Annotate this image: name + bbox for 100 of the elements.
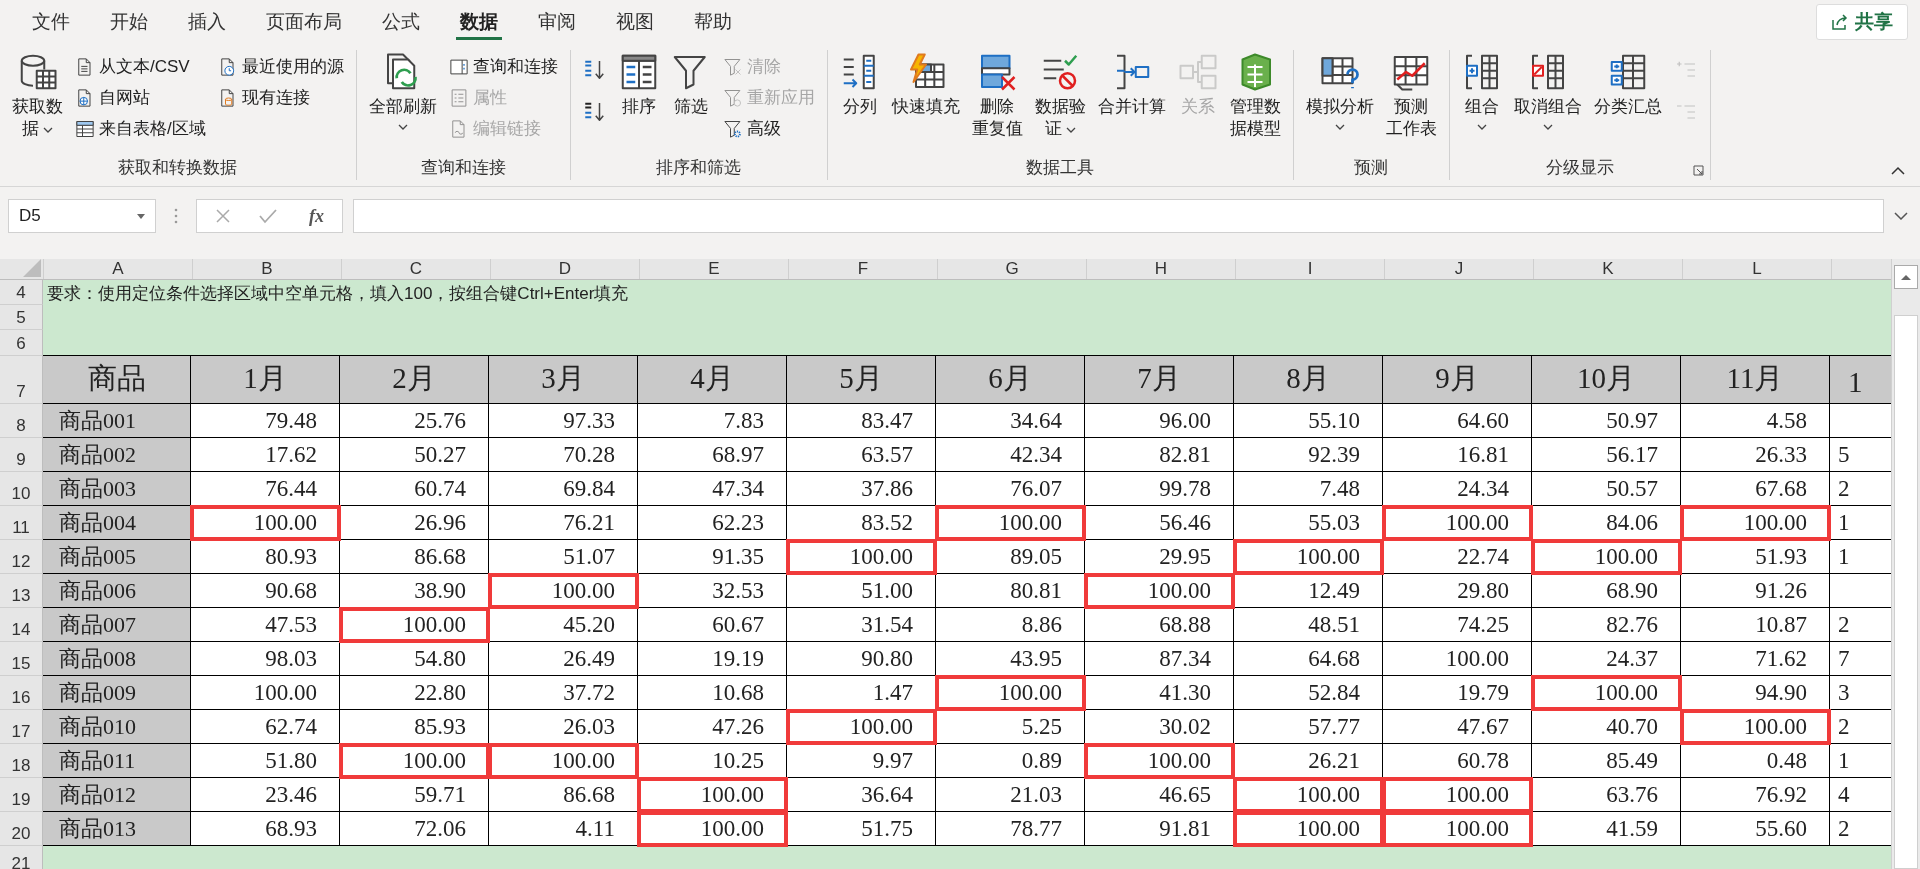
- column-header[interactable]: E: [639, 259, 788, 279]
- table-cell: 86.68: [489, 778, 638, 812]
- ribbon-button[interactable]: 数据验证: [1030, 50, 1090, 142]
- ribbon-tab[interactable]: 数据: [440, 0, 518, 44]
- select-all-icon[interactable]: [23, 259, 41, 277]
- ribbon-button[interactable]: 删除重复值: [967, 50, 1027, 142]
- row-header[interactable]: 11: [0, 506, 43, 540]
- ribbon-button[interactable]: 查询和连接: [444, 52, 562, 81]
- table-cell: 12.49: [1234, 574, 1383, 608]
- ribbon-tab[interactable]: 插入: [168, 0, 246, 44]
- ribbon-button[interactable]: 最近使用的源: [213, 52, 348, 81]
- row-header[interactable]: 9: [0, 438, 43, 472]
- column-header[interactable]: C: [341, 259, 490, 279]
- ribbon-button[interactable]: 分类汇总: [1589, 50, 1666, 120]
- row-header[interactable]: 16: [0, 676, 43, 710]
- column-header[interactable]: I: [1235, 259, 1384, 279]
- ribbon-button[interactable]: 合并计算: [1093, 50, 1170, 120]
- ribbon-button[interactable]: 来自表格/区域: [71, 114, 210, 143]
- table-cell: 55.60: [1681, 812, 1830, 846]
- ribbon-button[interactable]: 获取数据: [8, 50, 67, 142]
- ribbon-tab[interactable]: 页面布局: [246, 0, 362, 44]
- ribbon-button[interactable]: 从文本/CSV: [71, 52, 210, 81]
- ribbon-button[interactable]: 取消组合: [1509, 50, 1586, 132]
- row-header[interactable]: 10: [0, 472, 43, 506]
- table-cell: 82.81: [1085, 438, 1234, 472]
- ribbon-button[interactable]: 现有连接: [213, 83, 348, 112]
- product-cell: 商品007: [43, 608, 191, 642]
- row-header[interactable]: 20: [0, 812, 43, 846]
- funnel-clear-icon: [722, 56, 743, 77]
- share-button[interactable]: 共享: [1816, 4, 1908, 40]
- row-header[interactable]: 15: [0, 642, 43, 676]
- ribbon-tab[interactable]: 文件: [12, 0, 90, 44]
- table-cell: 50.97: [1532, 404, 1681, 438]
- ribbon-button[interactable]: 组合: [1457, 50, 1506, 132]
- insert-function-button[interactable]: fx: [305, 205, 328, 227]
- row-header[interactable]: 5: [0, 305, 43, 330]
- scroll-up-icon[interactable]: [1894, 265, 1918, 289]
- ribbon-button[interactable]: 模拟分析: [1301, 50, 1378, 132]
- product-cell: 商品001: [43, 404, 191, 438]
- name-box[interactable]: D5: [8, 199, 156, 233]
- ribbon-button[interactable]: 快速填充: [887, 50, 964, 120]
- dialog-launcher-icon[interactable]: [1692, 165, 1704, 176]
- table-cell: 47.26: [638, 710, 787, 744]
- table-cell: 40.70: [1532, 710, 1681, 744]
- ribbon-button[interactable]: 分列: [835, 50, 884, 120]
- ribbon-button[interactable]: 管理数据模型: [1225, 50, 1285, 142]
- column-header[interactable]: J: [1384, 259, 1533, 279]
- product-cell: 商品009: [43, 676, 191, 710]
- row-header[interactable]: 19: [0, 778, 43, 812]
- column-header[interactable]: K: [1533, 259, 1682, 279]
- table-cell: 100.00: [191, 506, 340, 540]
- header-cell: 2月: [340, 356, 489, 404]
- funnel-refresh-icon: [722, 87, 743, 108]
- ribbon-button[interactable]: 排序: [614, 50, 663, 120]
- table-cell: 68.88: [1085, 608, 1234, 642]
- ribbon-tab[interactable]: 开始: [90, 0, 168, 44]
- list-icon: [448, 87, 469, 108]
- column-header[interactable]: F: [788, 259, 937, 279]
- ribbon-button[interactable]: 高级: [718, 114, 819, 143]
- table-cell: 100.00: [1383, 778, 1532, 812]
- product-cell: 商品013: [43, 812, 191, 846]
- table-cell: 50.57: [1532, 472, 1681, 506]
- column-header[interactable]: D: [490, 259, 639, 279]
- row-header[interactable]: 18: [0, 744, 43, 778]
- ribbon-tab[interactable]: 审阅: [518, 0, 596, 44]
- table-cell: 26.33: [1681, 438, 1830, 472]
- row-header[interactable]: 7: [0, 356, 43, 404]
- row-header[interactable]: 6: [0, 330, 43, 356]
- check-icon[interactable]: [259, 208, 277, 224]
- column-header[interactable]: B: [192, 259, 341, 279]
- row-header[interactable]: 8: [0, 404, 43, 438]
- ribbon-button[interactable]: 自网站: [71, 83, 210, 112]
- column-header[interactable]: H: [1086, 259, 1235, 279]
- collapse-ribbon-icon[interactable]: [1890, 166, 1906, 176]
- ribbon-tab[interactable]: 帮助: [674, 0, 752, 44]
- table-cell: 26.96: [340, 506, 489, 540]
- ribbon-tab[interactable]: 视图: [596, 0, 674, 44]
- table-cell: 78.77: [936, 812, 1085, 846]
- row-header[interactable]: 4: [0, 280, 43, 305]
- table-cell: 23.46: [191, 778, 340, 812]
- table-cell: 51.75: [787, 812, 936, 846]
- ribbon-button[interactable]: 筛选: [666, 50, 715, 120]
- ribbon-button[interactable]: 全部刷新: [364, 50, 441, 132]
- column-header[interactable]: L: [1682, 259, 1831, 279]
- column-header[interactable]: G: [937, 259, 1086, 279]
- row-header[interactable]: 14: [0, 608, 43, 642]
- row-header[interactable]: 17: [0, 710, 43, 744]
- row-header[interactable]: 12: [0, 540, 43, 574]
- ribbon-button[interactable]: 预测工作表: [1381, 50, 1441, 142]
- expand-icon[interactable]: [1894, 212, 1908, 220]
- ribbon-tab[interactable]: 公式: [362, 0, 440, 44]
- table-cell: 38.90: [340, 574, 489, 608]
- drag-handle-icon[interactable]: [174, 208, 178, 224]
- row-header[interactable]: 13: [0, 574, 43, 608]
- table-cell: 4.58: [1681, 404, 1830, 438]
- formula-input[interactable]: [353, 199, 1884, 233]
- cancel-icon[interactable]: [215, 208, 231, 224]
- row-header[interactable]: 21: [0, 846, 43, 869]
- vertical-scrollbar[interactable]: [1891, 259, 1920, 869]
- column-header[interactable]: A: [43, 259, 192, 279]
